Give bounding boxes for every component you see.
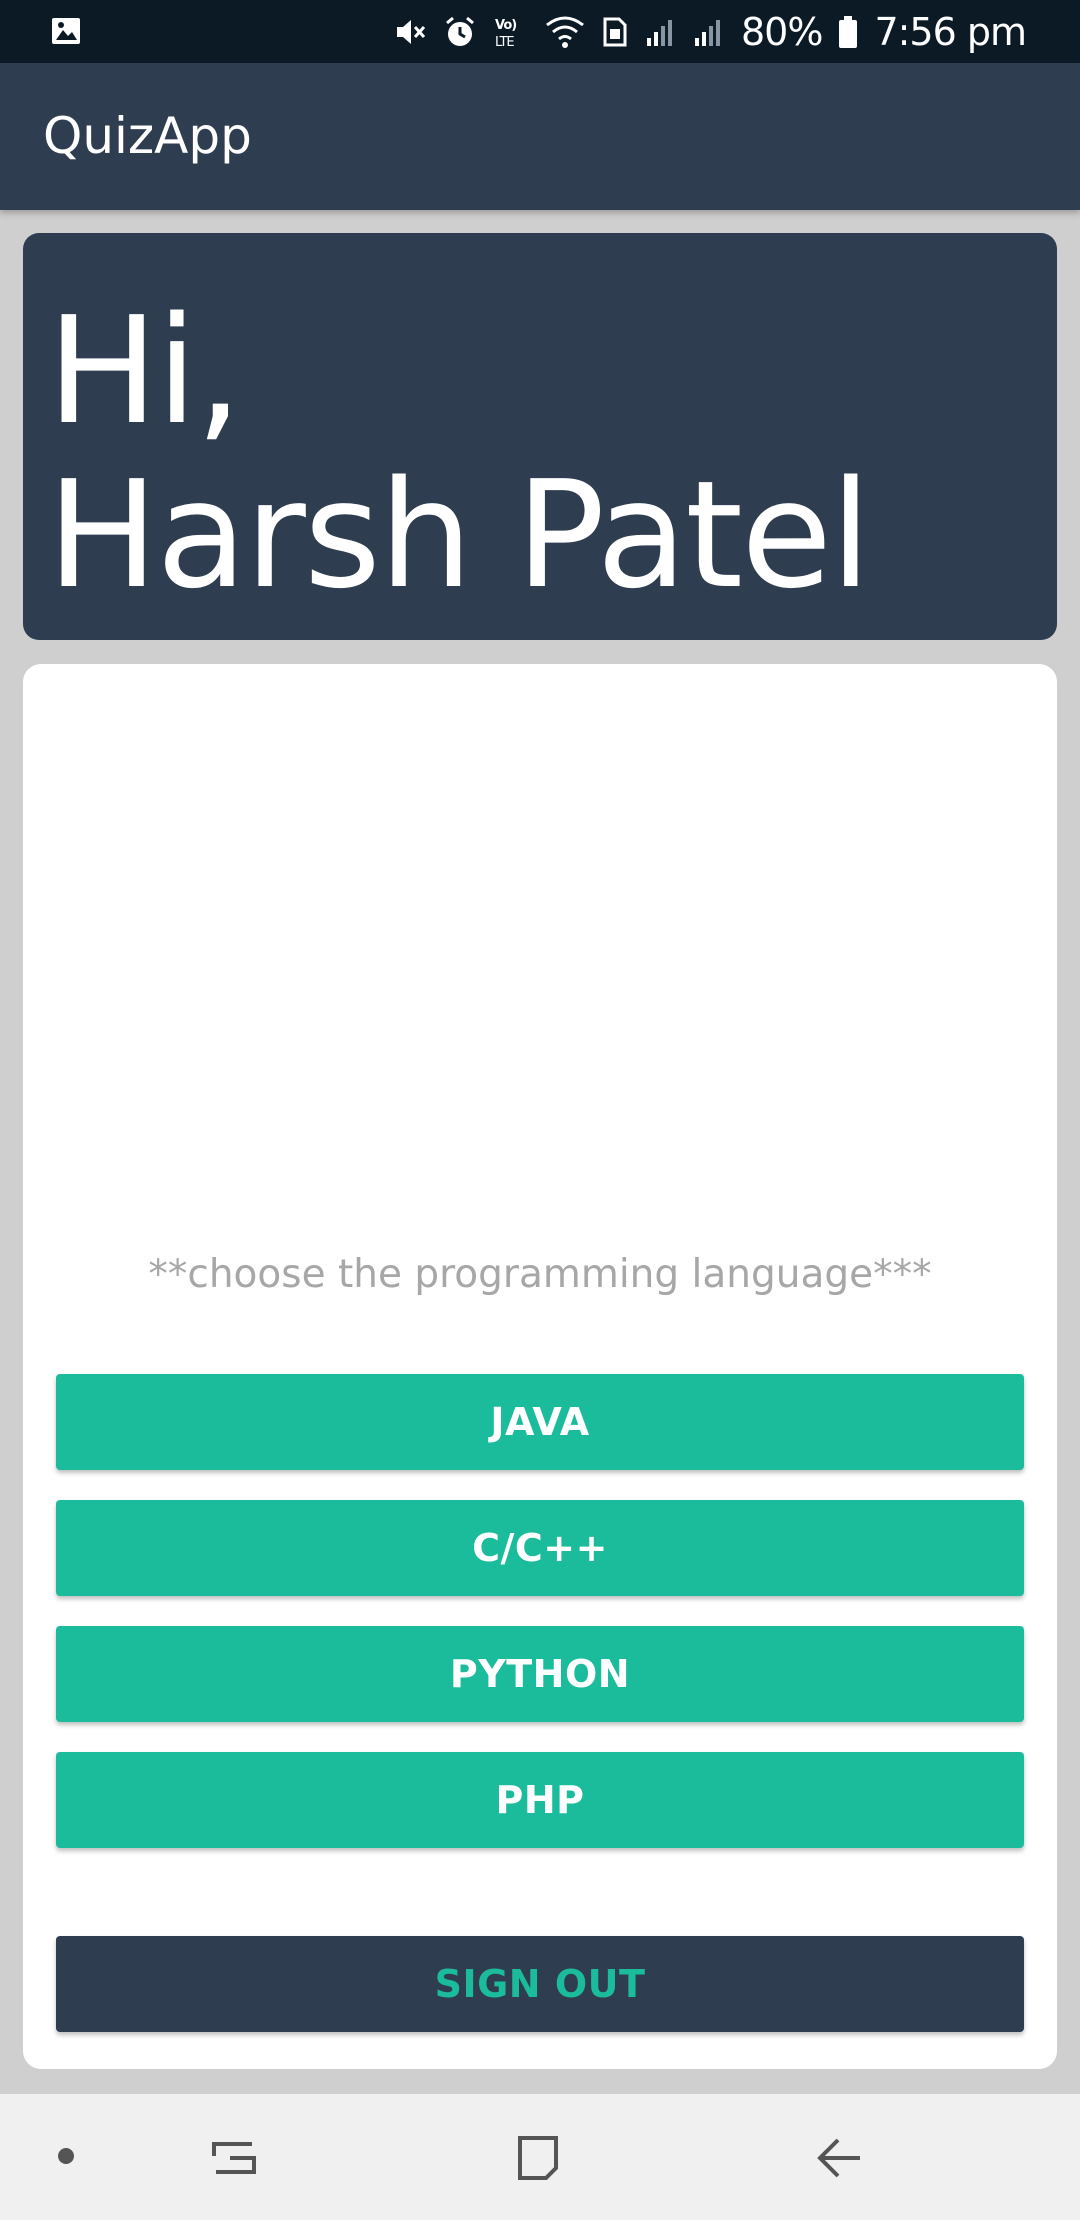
c-cpp-button[interactable]: C/C++ [56, 1500, 1024, 1596]
gallery-notification-icon [50, 15, 82, 52]
signal-icon [645, 16, 677, 48]
svg-text:LTE: LTE [495, 35, 514, 50]
svg-text:Vo): Vo) [495, 18, 516, 33]
choose-language-prompt: **choose the programming language*** [148, 1252, 932, 1297]
user-name: Harsh Patel [47, 449, 871, 621]
recent-apps-icon[interactable] [210, 2134, 258, 2185]
home-icon[interactable] [514, 2134, 562, 2187]
signal-icon [693, 16, 725, 48]
battery-percentage: 80% [740, 9, 823, 54]
sign-out-button[interactable]: SIGN OUT [56, 1936, 1024, 2032]
status-icons: Vo) LTE 80% 7:56 pm [393, 0, 1027, 63]
language-selection-card: **choose the programming language*** JAV… [23, 664, 1057, 2069]
app-toolbar: QuizApp [0, 63, 1080, 210]
status-bar: Vo) LTE 80% 7:56 pm [0, 0, 1080, 63]
python-button[interactable]: PYTHON [56, 1626, 1024, 1722]
greeting-card: Hi, Harsh Patel [23, 233, 1057, 640]
alarm-icon [443, 15, 477, 49]
back-icon[interactable] [816, 2134, 864, 2187]
java-button[interactable]: JAVA [56, 1374, 1024, 1470]
system-navigation-bar [0, 2094, 1080, 2220]
dot-icon[interactable] [56, 2146, 76, 2171]
app-title: QuizApp [43, 107, 252, 165]
clock: 7:56 pm [874, 9, 1027, 54]
php-button[interactable]: PHP [56, 1752, 1024, 1848]
battery-icon [838, 15, 858, 49]
mute-icon [393, 15, 427, 49]
wifi-icon [545, 15, 585, 49]
sim-icon [601, 15, 629, 49]
volte-icon: Vo) LTE [493, 14, 529, 50]
greeting-line: Hi, [47, 285, 242, 457]
